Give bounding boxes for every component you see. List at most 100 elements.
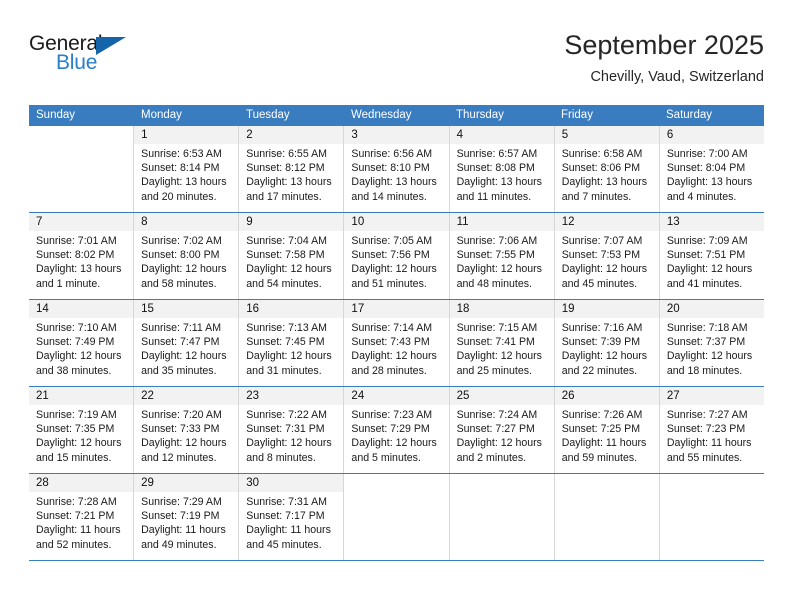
day-cell[interactable]: 10 Sunrise: 7:05 AM Sunset: 7:56 PM Dayl… (344, 213, 450, 299)
calendar-page: General Blue September 2025 Chevilly, Va… (0, 0, 792, 612)
day-number: 23 (239, 387, 344, 405)
daylight-text-line1: Daylight: 11 hours (246, 524, 331, 537)
day-cell[interactable]: 5 Sunrise: 6:58 AM Sunset: 8:06 PM Dayli… (554, 126, 660, 212)
day-cell[interactable]: 24 Sunrise: 7:23 AM Sunset: 7:29 PM Dayl… (344, 387, 450, 473)
daylight-text-line2: and 11 minutes. (456, 190, 532, 203)
sunrise-text: Sunrise: 7:11 AM (141, 322, 222, 334)
day-details: Sunrise: 7:07 AM Sunset: 7:53 PM Dayligh… (555, 231, 659, 291)
day-number: 4 (449, 126, 554, 144)
daylight-text-line1: Daylight: 12 hours (351, 350, 437, 363)
sunrise-text: Sunrise: 7:24 AM (456, 409, 538, 421)
daylight-text-line2: and 28 minutes. (351, 364, 427, 377)
daylight-text-line1: Daylight: 12 hours (141, 350, 227, 363)
day-cell[interactable] (29, 126, 135, 212)
sunset-text: Sunset: 7:39 PM (561, 336, 641, 349)
day-cell[interactable]: 3 Sunrise: 6:56 AM Sunset: 8:10 PM Dayli… (344, 126, 450, 212)
day-cell[interactable]: 1 Sunrise: 6:53 AM Sunset: 8:14 PM Dayli… (134, 126, 240, 212)
sunset-text: Sunset: 8:00 PM (141, 249, 220, 262)
day-cell[interactable]: 23 Sunrise: 7:22 AM Sunset: 7:31 PM Dayl… (239, 387, 345, 473)
daylight-text-line1: Daylight: 11 hours (36, 524, 121, 537)
weekday-header-friday: Friday (561, 109, 593, 121)
page-subtitle: Chevilly, Vaud, Switzerland (590, 69, 764, 85)
day-number: 9 (239, 213, 344, 231)
sunrise-text: Sunrise: 7:00 AM (666, 148, 748, 160)
page-title: September 2025 (564, 30, 764, 60)
calendar-week-row: 28 Sunrise: 7:28 AM Sunset: 7:21 PM Dayl… (29, 473, 764, 560)
day-cell[interactable]: 14 Sunrise: 7:10 AM Sunset: 7:49 PM Dayl… (29, 300, 135, 386)
day-cell[interactable]: 30 Sunrise: 7:31 AM Sunset: 7:17 PM Dayl… (239, 474, 345, 560)
day-cell[interactable] (659, 474, 764, 560)
daylight-text-line2: and 59 minutes. (561, 451, 638, 464)
sunrise-text: Sunrise: 7:02 AM (141, 235, 222, 247)
sunset-text: Sunset: 7:49 PM (36, 336, 115, 349)
day-cell[interactable]: 4 Sunrise: 6:57 AM Sunset: 8:08 PM Dayli… (449, 126, 555, 212)
sunrise-text: Sunrise: 7:28 AM (36, 496, 117, 508)
day-cell[interactable]: 6 Sunrise: 7:00 AM Sunset: 8:04 PM Dayli… (659, 126, 764, 212)
day-cell[interactable]: 22 Sunrise: 7:20 AM Sunset: 7:33 PM Dayl… (134, 387, 240, 473)
day-cell[interactable]: 7 Sunrise: 7:01 AM Sunset: 8:02 PM Dayli… (29, 213, 135, 299)
day-cell[interactable]: 25 Sunrise: 7:24 AM Sunset: 7:27 PM Dayl… (449, 387, 555, 473)
day-cell[interactable]: 12 Sunrise: 7:07 AM Sunset: 7:53 PM Dayl… (554, 213, 660, 299)
daylight-text-line1: Daylight: 12 hours (666, 263, 753, 276)
day-cell[interactable]: 9 Sunrise: 7:04 AM Sunset: 7:58 PM Dayli… (239, 213, 345, 299)
day-cell[interactable] (344, 474, 450, 560)
day-details: Sunrise: 7:05 AM Sunset: 7:56 PM Dayligh… (344, 231, 448, 291)
day-details: Sunrise: 7:22 AM Sunset: 7:31 PM Dayligh… (239, 405, 343, 465)
day-cell[interactable]: 17 Sunrise: 7:14 AM Sunset: 7:43 PM Dayl… (344, 300, 450, 386)
logo-triangle-icon (96, 37, 126, 55)
daylight-text-line1: Daylight: 12 hours (36, 350, 122, 363)
day-number: 8 (134, 213, 239, 231)
day-cell[interactable]: 8 Sunrise: 7:02 AM Sunset: 8:00 PM Dayli… (134, 213, 240, 299)
day-number: 10 (344, 213, 449, 231)
daylight-text-line1: Daylight: 12 hours (141, 437, 227, 450)
sunrise-text: Sunrise: 7:04 AM (246, 235, 327, 247)
day-details: Sunrise: 7:27 AM Sunset: 7:23 PM Dayligh… (660, 405, 764, 465)
daylight-text-line1: Daylight: 13 hours (141, 176, 227, 189)
day-details: Sunrise: 7:14 AM Sunset: 7:43 PM Dayligh… (344, 318, 448, 378)
day-cell[interactable]: 15 Sunrise: 7:11 AM Sunset: 7:47 PM Dayl… (134, 300, 240, 386)
sunset-text: Sunset: 7:29 PM (351, 423, 430, 436)
day-cell[interactable]: 13 Sunrise: 7:09 AM Sunset: 7:51 PM Dayl… (659, 213, 764, 299)
day-cell[interactable] (449, 474, 555, 560)
day-cell[interactable]: 19 Sunrise: 7:16 AM Sunset: 7:39 PM Dayl… (554, 300, 660, 386)
day-cell[interactable]: 2 Sunrise: 6:55 AM Sunset: 8:12 PM Dayli… (239, 126, 345, 212)
day-number: 18 (449, 300, 554, 318)
sunset-text: Sunset: 7:23 PM (666, 423, 746, 436)
day-number: 7 (29, 213, 134, 231)
day-details: Sunrise: 7:15 AM Sunset: 7:41 PM Dayligh… (450, 318, 554, 378)
day-cell[interactable]: 26 Sunrise: 7:26 AM Sunset: 7:25 PM Dayl… (554, 387, 660, 473)
daylight-text-line2: and 41 minutes. (666, 277, 743, 290)
sunrise-text: Sunrise: 6:57 AM (456, 148, 538, 160)
weekday-header-monday: Monday (141, 109, 182, 121)
daylight-text-line2: and 31 minutes. (246, 364, 322, 377)
daylight-text-line2: and 58 minutes. (141, 277, 217, 290)
day-cell[interactable]: 28 Sunrise: 7:28 AM Sunset: 7:21 PM Dayl… (29, 474, 135, 560)
day-number: 5 (554, 126, 659, 144)
day-cell[interactable]: 29 Sunrise: 7:29 AM Sunset: 7:19 PM Dayl… (134, 474, 240, 560)
day-details (344, 492, 448, 495)
sunset-text: Sunset: 7:35 PM (36, 423, 115, 436)
day-number: 15 (134, 300, 239, 318)
sunrise-text: Sunrise: 7:07 AM (561, 235, 643, 247)
sunrise-text: Sunrise: 7:16 AM (561, 322, 643, 334)
day-number: 28 (29, 474, 134, 492)
daylight-text-line1: Daylight: 13 hours (666, 176, 753, 189)
day-cell[interactable]: 11 Sunrise: 7:06 AM Sunset: 7:55 PM Dayl… (449, 213, 555, 299)
day-cell[interactable]: 21 Sunrise: 7:19 AM Sunset: 7:35 PM Dayl… (29, 387, 135, 473)
sunset-text: Sunset: 7:41 PM (456, 336, 535, 349)
daylight-text-line2: and 12 minutes. (141, 451, 217, 464)
day-details: Sunrise: 7:11 AM Sunset: 7:47 PM Dayligh… (134, 318, 238, 378)
day-details: Sunrise: 7:24 AM Sunset: 7:27 PM Dayligh… (450, 405, 554, 465)
day-cell[interactable]: 16 Sunrise: 7:13 AM Sunset: 7:45 PM Dayl… (239, 300, 345, 386)
day-cell[interactable]: 27 Sunrise: 7:27 AM Sunset: 7:23 PM Dayl… (659, 387, 764, 473)
day-cell[interactable]: 20 Sunrise: 7:18 AM Sunset: 7:37 PM Dayl… (659, 300, 764, 386)
day-cell[interactable]: 18 Sunrise: 7:15 AM Sunset: 7:41 PM Dayl… (449, 300, 555, 386)
daylight-text-line2: and 18 minutes. (666, 364, 743, 377)
calendar-week-row: 21 Sunrise: 7:19 AM Sunset: 7:35 PM Dayl… (29, 386, 764, 473)
day-number: 14 (29, 300, 134, 318)
day-details (555, 492, 659, 495)
daylight-text-line2: and 49 minutes. (141, 538, 217, 551)
day-cell[interactable] (554, 474, 660, 560)
daylight-text-line2: and 8 minutes. (246, 451, 316, 464)
sunset-text: Sunset: 7:45 PM (246, 336, 325, 349)
